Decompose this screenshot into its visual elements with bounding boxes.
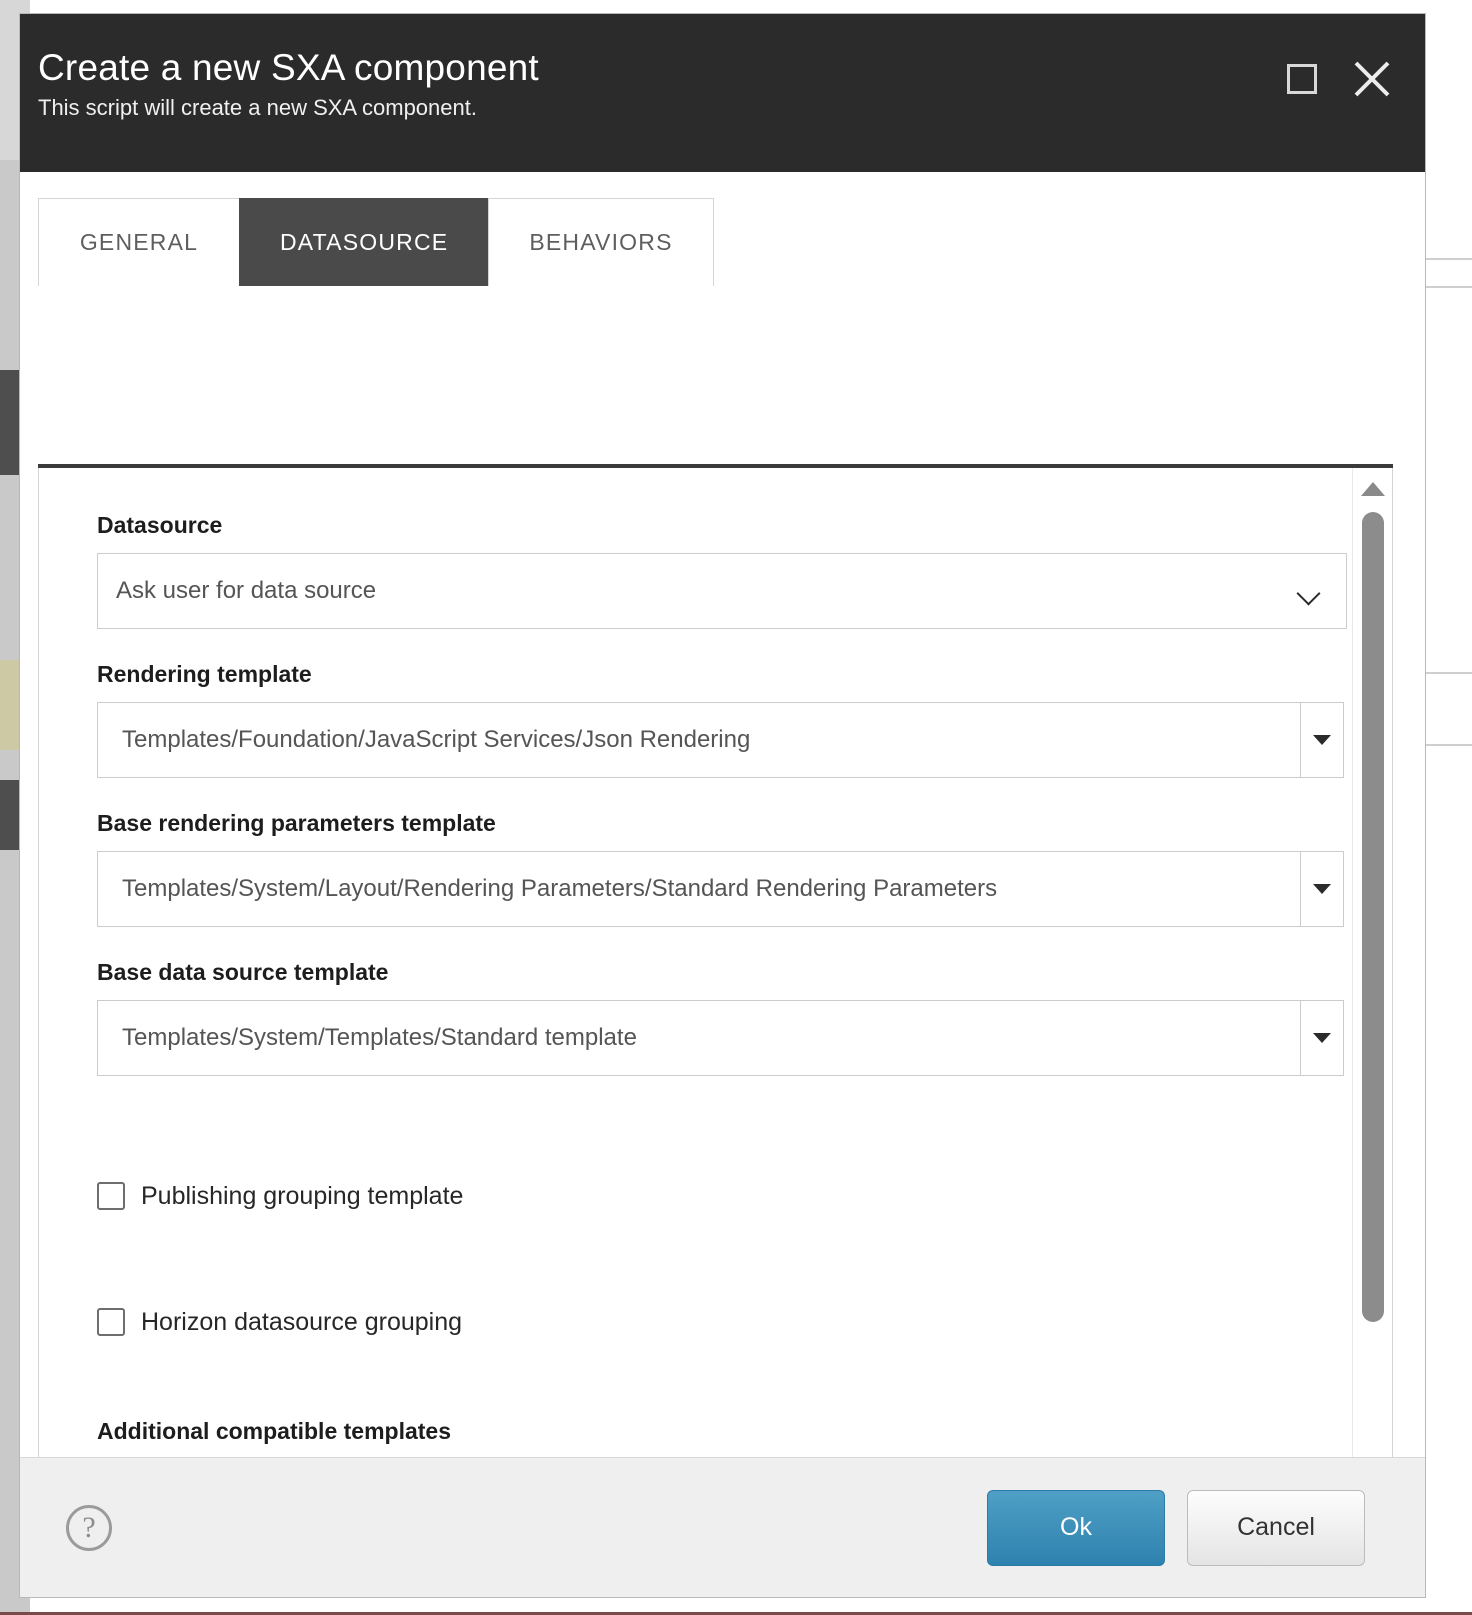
caret-down-icon (1313, 884, 1331, 894)
base-data-source-template-label: Base data source template (97, 959, 1349, 986)
base-data-source-template-input[interactable]: Templates/System/Templates/Standard temp… (97, 1000, 1300, 1076)
checkbox-publishing-grouping-template[interactable]: Publishing grouping template (97, 1176, 1349, 1216)
rendering-template-label: Rendering template (97, 661, 1349, 688)
caret-down-icon (1313, 1033, 1331, 1043)
ok-button[interactable]: Ok (987, 1490, 1165, 1566)
datasource-form: Datasource Ask user for data source Rend… (39, 468, 1349, 1457)
field-base-data-source-template: Base data source template Templates/Syst… (97, 959, 1349, 1076)
checkbox-publishing-grouping-template-label: Publishing grouping template (141, 1182, 463, 1211)
field-additional-compatible-templates: Additional compatible templates All (97, 1418, 1349, 1457)
datasource-select[interactable]: Ask user for data source (97, 553, 1347, 629)
dialog-footer: ? Ok Cancel (20, 1457, 1425, 1597)
question-mark-icon[interactable]: ? (66, 1505, 112, 1551)
tab-datasource[interactable]: DATASOURCE (239, 198, 489, 286)
base-data-source-template-combo: Templates/System/Templates/Standard temp… (97, 1000, 1344, 1076)
field-base-rendering-parameters-template: Base rendering parameters template Templ… (97, 810, 1349, 927)
scrollbar-thumb[interactable] (1362, 512, 1384, 1322)
additional-compatible-templates-label: Additional compatible templates (97, 1418, 1349, 1445)
scroll-up-icon[interactable] (1361, 482, 1385, 496)
dialog-header: Create a new SXA component This script w… (20, 14, 1425, 172)
checkbox-icon[interactable] (97, 1308, 125, 1336)
tab-bar: GENERAL DATASOURCE BEHAVIORS (38, 196, 1425, 286)
caret-down-icon (1313, 735, 1331, 745)
window-controls (1287, 58, 1393, 100)
base-rendering-parameters-template-dropdown-button[interactable] (1300, 851, 1344, 927)
base-data-source-template-dropdown-button[interactable] (1300, 1000, 1344, 1076)
bg-line (1426, 744, 1472, 746)
rendering-template-input[interactable]: Templates/Foundation/JavaScript Services… (97, 702, 1300, 778)
page-root: Create a new SXA component This script w… (0, 0, 1472, 1615)
tab-behaviors[interactable]: BEHAVIORS (488, 198, 713, 286)
dialog-body: GENERAL DATASOURCE BEHAVIORS Datasource … (20, 172, 1425, 1457)
maximize-icon[interactable] (1287, 64, 1317, 94)
checkbox-horizon-datasource-grouping[interactable]: Horizon datasource grouping (97, 1302, 1349, 1342)
checkbox-icon[interactable] (97, 1182, 125, 1210)
field-datasource: Datasource Ask user for data source (97, 512, 1349, 629)
datasource-label: Datasource (97, 512, 1349, 539)
chevron-down-icon (1300, 585, 1322, 597)
rendering-template-dropdown-button[interactable] (1300, 702, 1344, 778)
base-rendering-parameters-template-combo: Templates/System/Layout/Rendering Parame… (97, 851, 1344, 927)
panel-scrollbar[interactable] (1352, 468, 1392, 1457)
checkbox-horizon-datasource-grouping-label: Horizon datasource grouping (141, 1308, 462, 1337)
bg-line (1426, 672, 1472, 674)
spacer (97, 1108, 1349, 1176)
datasource-panel: Datasource Ask user for data source Rend… (38, 468, 1393, 1457)
background-right-strip (1426, 0, 1472, 1615)
bg-line (1426, 258, 1472, 260)
datasource-value: Ask user for data source (98, 577, 376, 605)
close-icon[interactable] (1351, 58, 1393, 100)
tab-general[interactable]: GENERAL (38, 198, 240, 286)
field-rendering-template: Rendering template Templates/Foundation/… (97, 661, 1349, 778)
spacer (97, 1216, 1349, 1302)
dialog-title: Create a new SXA component (38, 48, 1395, 89)
rendering-template-combo: Templates/Foundation/JavaScript Services… (97, 702, 1344, 778)
cancel-button[interactable]: Cancel (1187, 1490, 1365, 1566)
base-rendering-parameters-template-input[interactable]: Templates/System/Layout/Rendering Parame… (97, 851, 1300, 927)
bg-line (1426, 286, 1472, 288)
base-rendering-parameters-template-label: Base rendering parameters template (97, 810, 1349, 837)
create-sxa-component-dialog: Create a new SXA component This script w… (20, 14, 1425, 1597)
dialog-subtitle: This script will create a new SXA compon… (38, 95, 1395, 121)
